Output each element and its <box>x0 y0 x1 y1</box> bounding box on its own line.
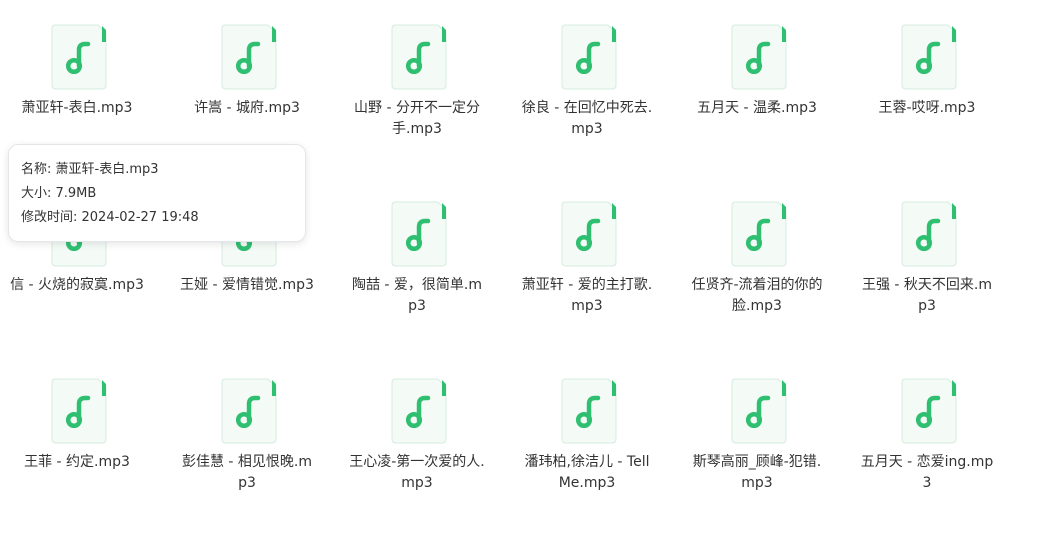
file-name-label: 王娅 - 爱情错觉.mp3 <box>180 277 314 293</box>
file-name-label: 彭佳慧 - 相见恨晚.mp3 <box>181 454 313 491</box>
music-note-file-icon <box>731 201 787 267</box>
file-item[interactable]: 王心凌-第一次爱的人.mp3 <box>342 354 492 524</box>
file-item[interactable]: 潘玮柏,徐洁儿 - Tell Me.mp3 <box>512 354 662 524</box>
tooltip-size: 大小: 7.9MB <box>21 186 97 201</box>
file-item[interactable]: 王强 - 秋天不回来.mp3 <box>852 177 1002 347</box>
music-note-file-icon <box>221 24 277 90</box>
file-name-label: 王蓉-哎呀.mp3 <box>878 100 976 116</box>
music-note-file-icon <box>901 24 957 90</box>
file-item[interactable]: 王菲 - 约定.mp3 <box>2 354 152 524</box>
file-item[interactable]: 萧亚轩 - 爱的主打歌.mp3 <box>512 177 662 347</box>
tooltip-modified: 修改时间: 2024-02-27 19:48 <box>21 210 199 225</box>
music-note-file-icon <box>901 378 957 444</box>
file-name-label: 五月天 - 恋爱ing.mp3 <box>860 454 994 491</box>
file-name-label: 萧亚轩-表白.mp3 <box>21 100 133 116</box>
file-item[interactable]: 彭佳慧 - 相见恨晚.mp3 <box>172 354 322 524</box>
music-note-file-icon <box>731 378 787 444</box>
file-item[interactable]: 王蓉-哎呀.mp3 <box>852 0 1002 170</box>
music-note-file-icon <box>391 378 447 444</box>
file-name-label: 五月天 - 温柔.mp3 <box>697 100 817 116</box>
file-item[interactable]: 陶喆 - 爱，很简单.mp3 <box>342 177 492 347</box>
file-name-label: 许嵩 - 城府.mp3 <box>194 100 300 116</box>
music-note-file-icon <box>51 24 107 90</box>
file-item[interactable]: 任贤齐-流着泪的你的脸.mp3 <box>682 177 832 347</box>
music-note-file-icon <box>901 201 957 267</box>
music-note-file-icon <box>561 378 617 444</box>
file-name-label: 山野 - 分开不一定分手.mp3 <box>354 100 480 137</box>
music-note-file-icon <box>391 24 447 90</box>
file-item[interactable]: 徐良 - 在回忆中死去.mp3 <box>512 0 662 170</box>
tooltip-name: 名称: 萧亚轩-表白.mp3 <box>21 162 159 177</box>
file-name-label: 王心凌-第一次爱的人.mp3 <box>349 454 485 491</box>
file-item[interactable]: 山野 - 分开不一定分手.mp3 <box>342 0 492 170</box>
file-item[interactable]: 五月天 - 恋爱ing.mp3 <box>852 354 1002 524</box>
file-name-label: 任贤齐-流着泪的你的脸.mp3 <box>691 277 823 314</box>
file-name-label: 信 - 火烧的寂寞.mp3 <box>10 277 144 293</box>
file-name-label: 徐良 - 在回忆中死去.mp3 <box>521 100 653 137</box>
file-grid: 萧亚轩-表白.mp3 许嵩 - 城府.mp3 山野 - 分开不一定分手.mp3 徐良 … <box>0 0 1060 554</box>
file-name-label: 潘玮柏,徐洁儿 - Tell Me.mp3 <box>524 454 650 491</box>
file-name-label: 斯琴高丽_顾峰-犯错.mp3 <box>692 454 822 491</box>
file-info-tooltip: 名称: 萧亚轩-表白.mp3 大小: 7.9MB 修改时间: 2024-02-2… <box>8 144 306 242</box>
music-note-file-icon <box>391 201 447 267</box>
file-name-label: 陶喆 - 爱，很简单.mp3 <box>351 277 483 314</box>
music-note-file-icon <box>731 24 787 90</box>
file-name-label: 王菲 - 约定.mp3 <box>24 454 130 470</box>
file-item[interactable]: 五月天 - 温柔.mp3 <box>682 0 832 170</box>
file-item[interactable]: 斯琴高丽_顾峰-犯错.mp3 <box>682 354 832 524</box>
file-name-label: 王强 - 秋天不回来.mp3 <box>861 277 993 314</box>
music-note-file-icon <box>51 378 107 444</box>
music-note-file-icon <box>561 24 617 90</box>
music-note-file-icon <box>221 378 277 444</box>
music-note-file-icon <box>561 201 617 267</box>
file-name-label: 萧亚轩 - 爱的主打歌.mp3 <box>521 277 653 314</box>
